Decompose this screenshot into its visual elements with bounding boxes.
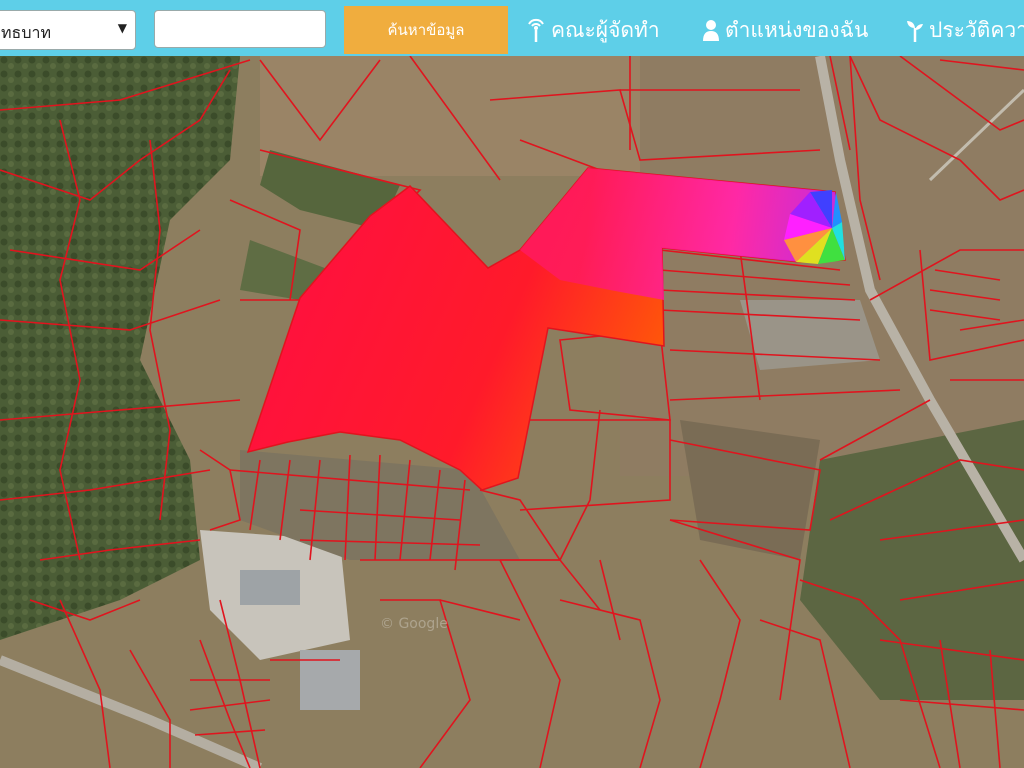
building-roof-2 [300,650,360,710]
nav-history-label: ประวัติควา [929,18,1024,42]
building-roof-1 [240,570,300,605]
nav-my-location-label: ตำแหน่งของฉัน [725,18,869,42]
nav-history[interactable]: ประวัติควา [906,14,1024,47]
province-select-value: ุทธบาท [1,23,51,42]
search-button[interactable]: ค้นหาข้อมูล [344,6,508,54]
satellite-map[interactable]: © Google [0,56,1024,768]
top-toolbar: ุทธบาท ▼ ค้นหาข้อมูล คณะผู้จัดทำ ตำแหน่ง… [0,0,1024,56]
terrain-tan-east [620,56,1024,476]
nav-my-location[interactable]: ตำแหน่งของฉัน [702,14,868,47]
map-watermark: © Google [380,616,448,632]
nav-team-label: คณะผู้จัดทำ [551,18,660,42]
sprout-icon [907,20,923,42]
terrain-pale-north [260,56,640,176]
antenna-icon [528,18,544,42]
nav-team[interactable]: คณะผู้จัดทำ [526,14,660,47]
search-input[interactable] [154,10,326,48]
chevron-down-icon: ▼ [117,21,127,35]
user-icon [703,19,719,41]
province-select[interactable]: ุทธบาท ▼ [0,10,136,50]
dark-field-east [680,420,820,560]
